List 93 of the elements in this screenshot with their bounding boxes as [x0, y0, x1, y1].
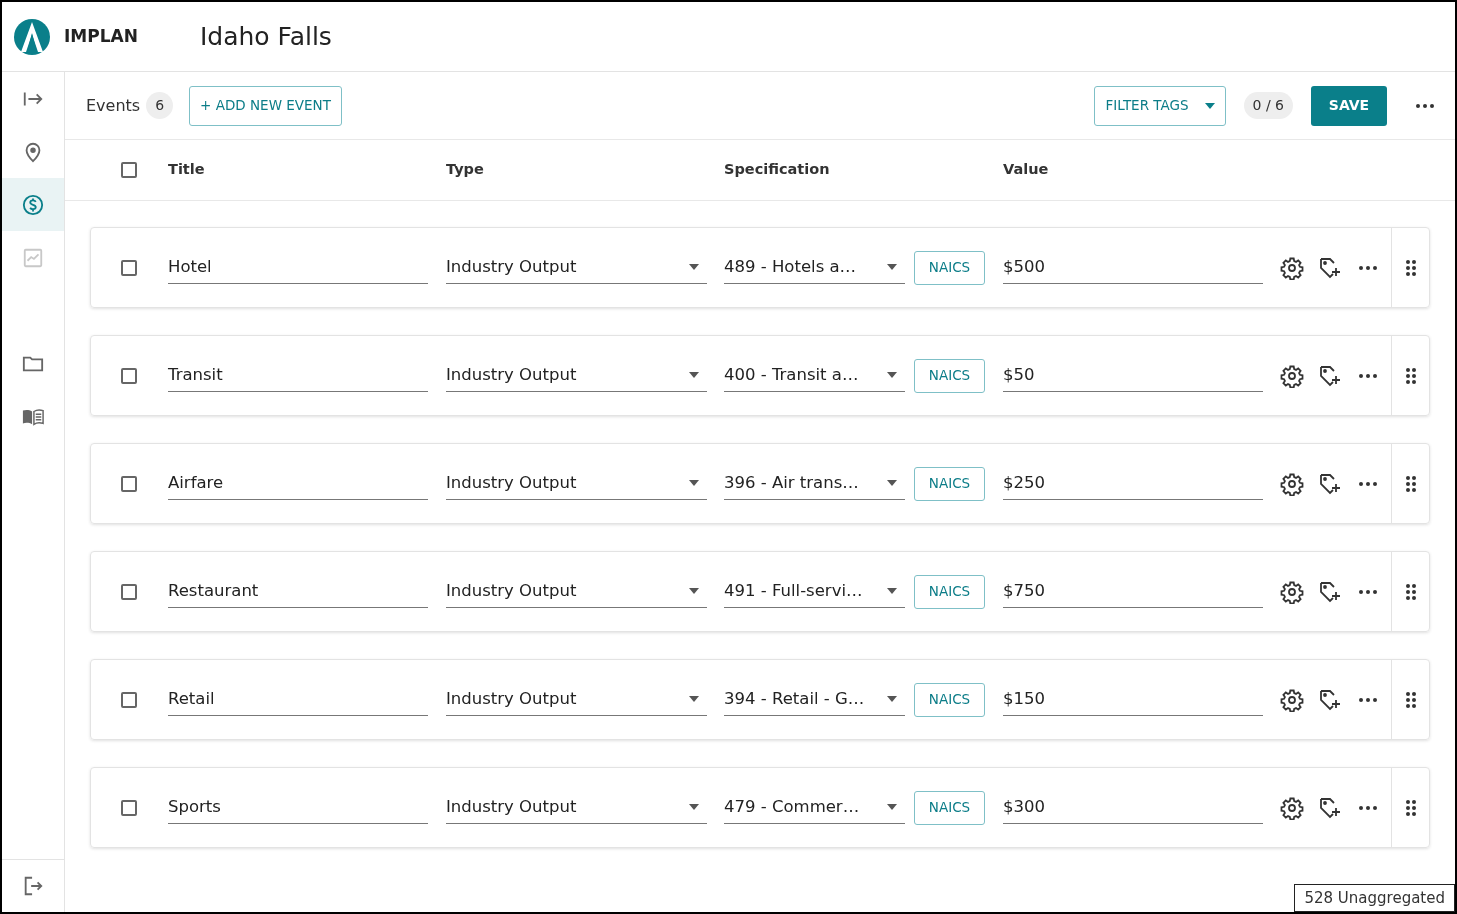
caret-icon — [689, 264, 699, 270]
specification-dropdown[interactable]: 400 - Transit a… — [724, 359, 905, 392]
chart-icon — [22, 246, 44, 269]
logo-text: IMPLAN — [64, 24, 138, 48]
specification-dropdown[interactable]: 396 - Air trans… — [724, 467, 905, 500]
column-header: Title — [168, 160, 205, 180]
specification-dropdown[interactable]: 491 - Full-servi… — [724, 575, 905, 608]
tag-plus-icon[interactable] — [1318, 795, 1342, 820]
value-field[interactable]: $50 — [1003, 359, 1263, 392]
more-icon[interactable] — [1358, 696, 1378, 703]
drag-handle-icon[interactable] — [1404, 582, 1417, 601]
row-checkbox[interactable] — [121, 475, 137, 492]
title-field[interactable]: Transit — [168, 359, 428, 392]
drag-handle-icon[interactable] — [1404, 798, 1417, 817]
tag-plus-icon[interactable] — [1318, 471, 1342, 496]
naics-button[interactable]: NAICS — [914, 574, 985, 609]
value-field[interactable]: $750 — [1003, 575, 1263, 608]
caret-icon — [887, 588, 897, 594]
naics-button[interactable]: NAICS — [914, 790, 985, 825]
tag-plus-icon[interactable] — [1318, 255, 1342, 280]
type-dropdown[interactable]: Industry Output — [446, 467, 707, 500]
add-event-button[interactable]: + ADD NEW EVENT — [189, 85, 342, 126]
type-dropdown[interactable]: Industry Output — [446, 683, 707, 716]
value-field[interactable]: $500 — [1003, 251, 1263, 284]
logout-icon — [22, 875, 44, 897]
dollar-icon — [22, 193, 44, 216]
title-field[interactable]: Retail — [168, 683, 428, 716]
tag-plus-icon[interactable] — [1318, 687, 1342, 712]
status-label: 528 Unaggregated — [1294, 883, 1455, 912]
more-icon[interactable] — [1358, 804, 1378, 811]
caret-icon — [1204, 102, 1215, 109]
column-header: Value — [1003, 160, 1049, 180]
value-field[interactable]: $300 — [1003, 791, 1263, 824]
more-icon[interactable] — [1358, 264, 1378, 271]
row-checkbox[interactable] — [121, 799, 137, 816]
more-icon[interactable] — [1415, 102, 1435, 109]
settings-icon[interactable] — [1280, 471, 1304, 496]
caret-icon — [887, 264, 897, 270]
drag-handle-icon[interactable] — [1404, 474, 1417, 493]
specification-dropdown[interactable]: 489 - Hotels a… — [724, 251, 905, 284]
more-icon[interactable] — [1358, 372, 1378, 379]
title-field[interactable]: Airfare — [168, 467, 428, 500]
tag-plus-icon[interactable] — [1318, 579, 1342, 604]
filter-tags-dropdown[interactable]: FILTER TAGS — [1094, 85, 1226, 126]
naics-button[interactable]: NAICS — [914, 358, 985, 393]
value-field[interactable]: $150 — [1003, 683, 1263, 716]
caret-icon — [689, 372, 699, 378]
event-count: 6 — [146, 92, 174, 119]
drag-handle-icon[interactable] — [1404, 258, 1417, 277]
selection-count: 0 / 6 — [1243, 92, 1293, 119]
row-checkbox[interactable] — [121, 367, 137, 384]
caret-icon — [689, 480, 699, 486]
select-all-checkbox[interactable] — [121, 162, 137, 178]
column-header: Specification — [724, 160, 830, 180]
settings-icon[interactable] — [1280, 255, 1304, 280]
logo-icon — [14, 18, 50, 55]
row-checkbox[interactable] — [121, 583, 137, 600]
title-field[interactable]: Restaurant — [168, 575, 428, 608]
events-label: Events — [86, 94, 141, 117]
caret-icon — [689, 804, 699, 810]
tag-plus-icon[interactable] — [1318, 363, 1342, 388]
naics-button[interactable]: NAICS — [914, 250, 985, 285]
naics-button[interactable]: NAICS — [914, 682, 985, 717]
dollar-nav-item[interactable] — [2, 178, 64, 231]
settings-icon[interactable] — [1280, 363, 1304, 388]
settings-icon[interactable] — [1280, 687, 1304, 712]
caret-icon — [689, 696, 699, 702]
page-title: Idaho Falls — [199, 20, 332, 53]
settings-icon[interactable] — [1280, 579, 1304, 604]
caret-icon — [689, 588, 699, 594]
more-icon[interactable] — [1358, 480, 1378, 487]
save-button[interactable]: SAVE — [1311, 85, 1387, 126]
row-checkbox[interactable] — [121, 259, 137, 276]
caret-icon — [887, 480, 897, 486]
type-dropdown[interactable]: Industry Output — [446, 575, 707, 608]
title-field[interactable]: Sports — [168, 791, 428, 824]
value-field[interactable]: $250 — [1003, 467, 1263, 500]
more-icon[interactable] — [1358, 588, 1378, 595]
type-dropdown[interactable]: Industry Output — [446, 791, 707, 824]
drag-handle-icon[interactable] — [1404, 366, 1417, 385]
caret-icon — [887, 804, 897, 810]
specification-dropdown[interactable]: 394 - Retail - G… — [724, 683, 905, 716]
column-header: Type — [446, 160, 484, 180]
caret-icon — [887, 372, 897, 378]
naics-button[interactable]: NAICS — [914, 466, 985, 501]
specification-dropdown[interactable]: 479 - Commer… — [724, 791, 905, 824]
type-dropdown[interactable]: Industry Output — [446, 251, 707, 284]
settings-icon[interactable] — [1280, 795, 1304, 820]
drag-handle-icon[interactable] — [1404, 690, 1417, 709]
row-checkbox[interactable] — [121, 691, 137, 708]
caret-icon — [887, 696, 897, 702]
type-dropdown[interactable]: Industry Output — [446, 359, 707, 392]
title-field[interactable]: Hotel — [168, 251, 428, 284]
